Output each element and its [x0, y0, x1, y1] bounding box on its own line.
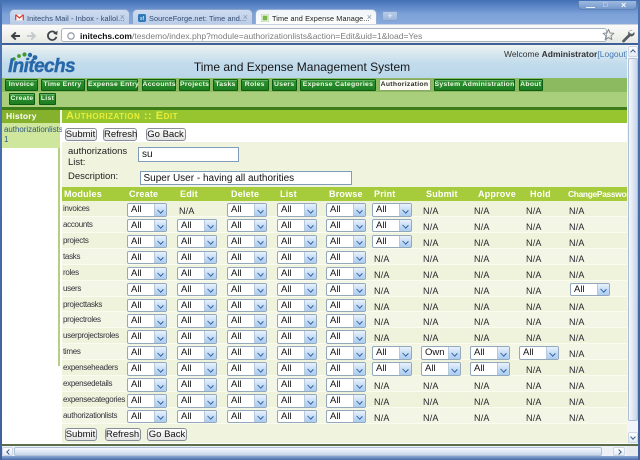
svg-text:sf: sf — [140, 16, 145, 22]
